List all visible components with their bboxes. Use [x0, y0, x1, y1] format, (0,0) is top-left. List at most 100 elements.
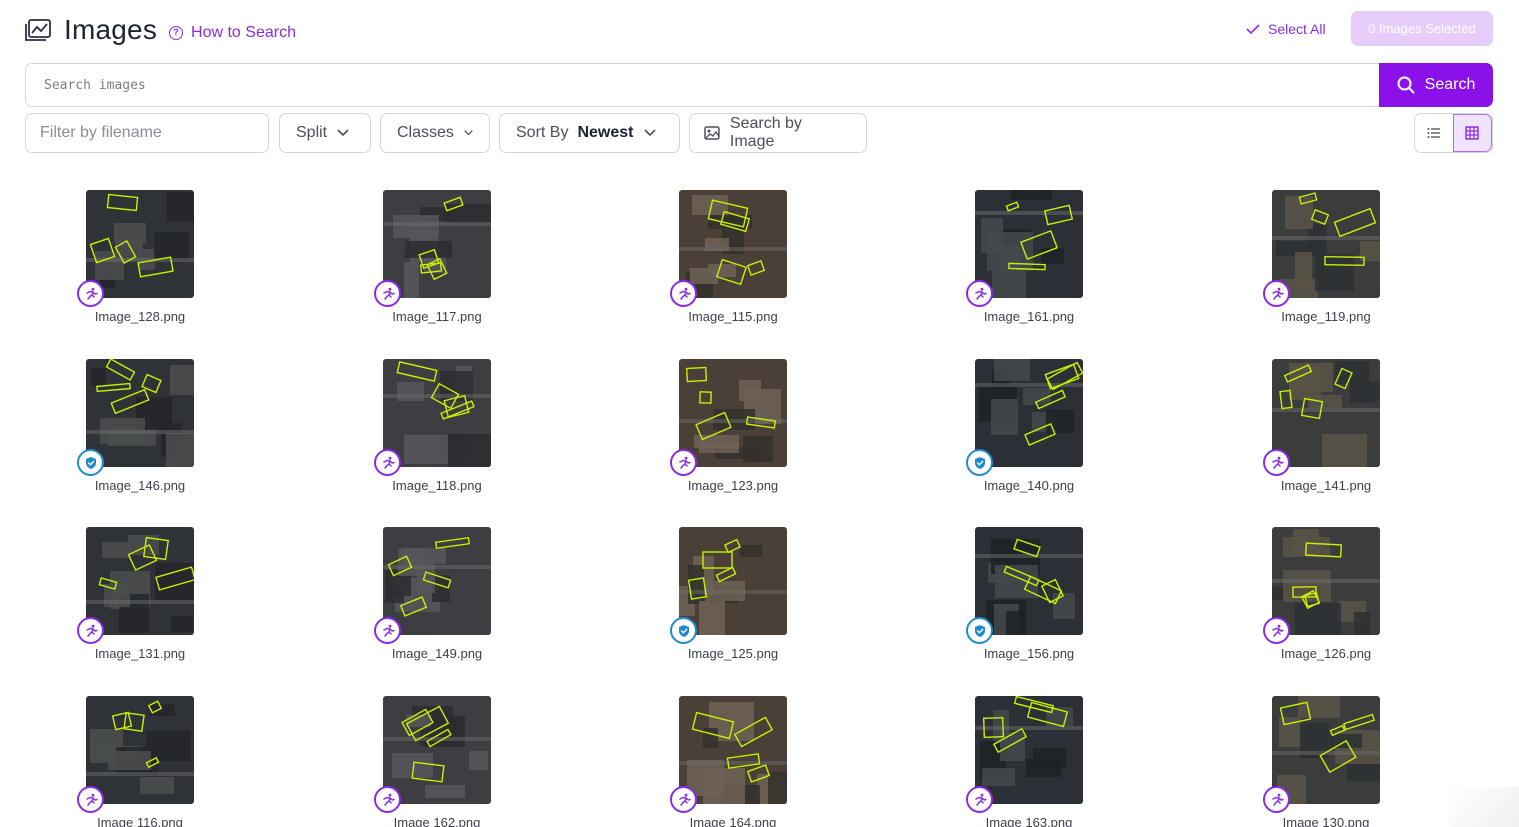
- image-thumbnail[interactable]: [975, 696, 1083, 804]
- grid-icon: [1465, 126, 1479, 140]
- image-thumbnail[interactable]: [383, 527, 491, 635]
- image-tile[interactable]: Image_141.png: [1246, 359, 1406, 509]
- select-all-button[interactable]: Select All: [1246, 19, 1326, 39]
- verified-badge: [966, 449, 993, 476]
- image-filename: Image_123.png: [687, 478, 779, 493]
- image-filename: Image 163.png: [985, 815, 1073, 827]
- image-thumbnail[interactable]: [86, 190, 194, 298]
- view-toggle: [1414, 113, 1493, 153]
- list-view-button[interactable]: [1415, 114, 1453, 152]
- search-icon: [1397, 76, 1415, 94]
- image-thumbnail[interactable]: [975, 359, 1083, 467]
- image-tile[interactable]: Image_149.png: [357, 527, 517, 677]
- runner-icon: [678, 793, 691, 806]
- image-tile[interactable]: Image_125.png: [653, 527, 813, 677]
- image-thumbnail[interactable]: [1272, 527, 1380, 635]
- verified-shield-icon: [974, 456, 985, 469]
- image-tile[interactable]: Image_131.png: [60, 527, 220, 677]
- aerial-image: [975, 190, 1083, 298]
- image-filename: Image_141.png: [1280, 478, 1372, 493]
- image-tile[interactable]: Image_118.png: [357, 359, 517, 509]
- runner-icon: [974, 287, 987, 300]
- classes-dropdown[interactable]: Classes: [380, 113, 490, 153]
- image-thumbnail[interactable]: [86, 359, 194, 467]
- image-tile[interactable]: Image 162.png: [357, 696, 517, 827]
- image-tile[interactable]: Image_128.png: [60, 190, 220, 340]
- images-page: Images ? How to Search Select All 0 Imag…: [0, 0, 1519, 827]
- how-to-search-link[interactable]: ? How to Search: [169, 24, 296, 42]
- filename-filter-input[interactable]: [25, 113, 269, 153]
- image-thumbnail[interactable]: [1272, 696, 1380, 804]
- sort-value: Newest: [577, 124, 634, 141]
- image-filename: Image 164.png: [689, 815, 777, 827]
- image-thumbnail[interactable]: [975, 190, 1083, 298]
- runner-icon: [678, 456, 691, 469]
- image-filename: Image_161.png: [983, 309, 1075, 324]
- annotation-status-badge: [670, 449, 697, 476]
- image-thumbnail[interactable]: [1272, 190, 1380, 298]
- image-thumbnail[interactable]: [383, 359, 491, 467]
- image-tile[interactable]: Image_156.png: [949, 527, 1109, 677]
- annotation-status-badge: [966, 786, 993, 813]
- image-thumbnail[interactable]: [86, 527, 194, 635]
- image-tile[interactable]: Image 163.png: [949, 696, 1109, 827]
- image-filename: Image_146.png: [94, 478, 186, 493]
- image-thumbnail[interactable]: [383, 696, 491, 804]
- annotation-status-badge: [374, 617, 401, 644]
- annotation-status-badge: [374, 449, 401, 476]
- help-circle-icon: ?: [169, 26, 184, 40]
- image-tile[interactable]: Image_119.png: [1246, 190, 1406, 340]
- split-dropdown[interactable]: Split: [279, 113, 371, 153]
- chevron-down-icon: [337, 129, 349, 137]
- image-thumbnail[interactable]: [975, 527, 1083, 635]
- image-filename: Image_119.png: [1281, 309, 1371, 324]
- image-tile[interactable]: Image_126.png: [1246, 527, 1406, 677]
- page-title: Images: [64, 14, 158, 45]
- sort-dropdown[interactable]: Sort By Newest: [499, 113, 680, 153]
- runner-icon: [85, 287, 98, 300]
- image-thumbnail[interactable]: [679, 190, 787, 298]
- image-tile[interactable]: Image_123.png: [653, 359, 813, 509]
- runner-icon: [1271, 793, 1284, 806]
- image-thumbnail[interactable]: [679, 359, 787, 467]
- image-tile[interactable]: Image 164.png: [653, 696, 813, 827]
- grid-view-button[interactable]: [1452, 114, 1492, 152]
- aerial-image: [86, 527, 194, 635]
- annotation-status-badge: [77, 786, 104, 813]
- image-tile[interactable]: Image_117.png: [357, 190, 517, 340]
- aerial-image: [1272, 696, 1380, 804]
- annotation-status-badge: [1263, 280, 1290, 307]
- split-label: Split: [296, 124, 328, 141]
- image-filename: Image_128.png: [94, 309, 186, 324]
- aerial-image: [1272, 359, 1380, 467]
- annotation-status-badge: [374, 280, 401, 307]
- aerial-image: [86, 359, 194, 467]
- images-selected-button[interactable]: 0 Images Selected: [1351, 11, 1493, 46]
- search-by-image-button[interactable]: Search by Image: [689, 113, 867, 153]
- chevron-down-icon: [464, 130, 473, 136]
- annotation-status-badge: [77, 617, 104, 644]
- image-thumbnail[interactable]: [679, 527, 787, 635]
- image-tile[interactable]: Image_115.png: [653, 190, 813, 340]
- search-button[interactable]: Search: [1379, 63, 1493, 107]
- image-tile[interactable]: Image_161.png: [949, 190, 1109, 340]
- image-filename: Image 130.png: [1282, 815, 1370, 827]
- image-tile[interactable]: Image 116.png: [60, 696, 220, 827]
- annotation-status-badge: [670, 280, 697, 307]
- image-tile[interactable]: Image_140.png: [949, 359, 1109, 509]
- image-tile[interactable]: Image_146.png: [60, 359, 220, 509]
- image-tile[interactable]: Image 130.png: [1246, 696, 1406, 827]
- runner-icon: [1271, 456, 1284, 469]
- image-thumbnail[interactable]: [1272, 359, 1380, 467]
- image-thumbnail[interactable]: [86, 696, 194, 804]
- sort-label: Sort By: [516, 124, 569, 141]
- image-filename: Image_117.png: [392, 309, 482, 324]
- verified-badge: [77, 449, 104, 476]
- image-thumbnail[interactable]: [383, 190, 491, 298]
- annotation-status-badge: [374, 786, 401, 813]
- aerial-image: [679, 696, 787, 804]
- search-input[interactable]: [25, 63, 1382, 107]
- runner-icon: [382, 624, 395, 637]
- aerial-image: [679, 527, 787, 635]
- image-thumbnail[interactable]: [679, 696, 787, 804]
